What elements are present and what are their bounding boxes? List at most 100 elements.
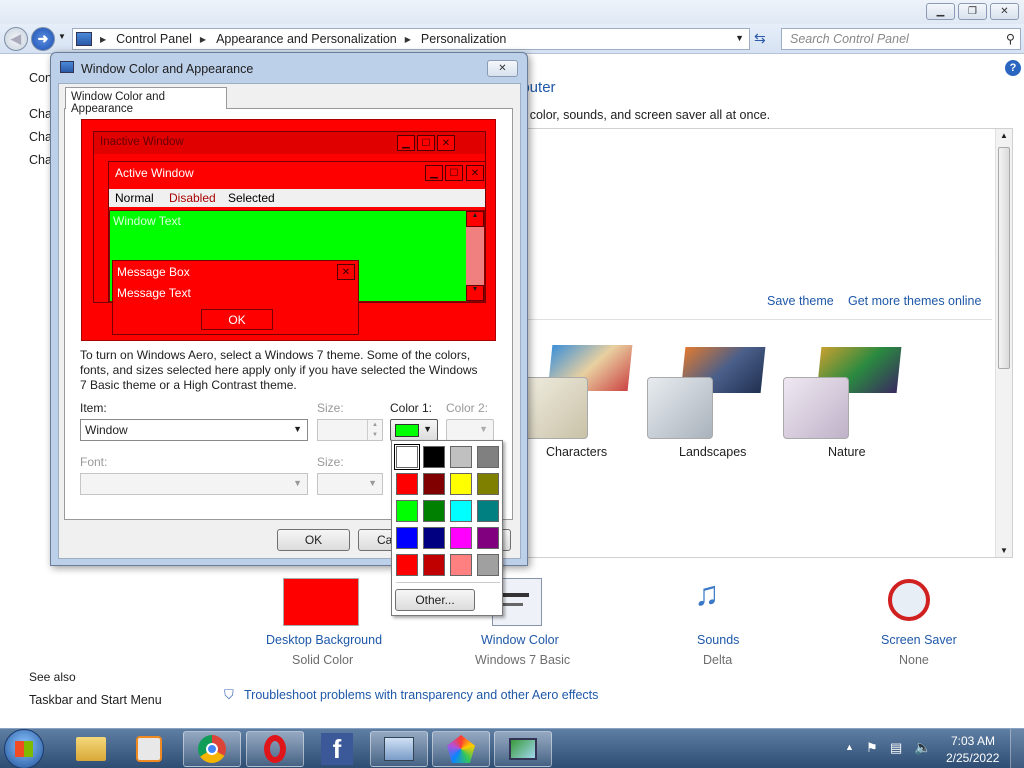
show-desktop-button[interactable] [1010, 729, 1024, 768]
other-color-button[interactable]: Other... [395, 589, 475, 611]
desktop-background-link[interactable]: Desktop Background [266, 633, 382, 647]
taskbar-control-panel-icon[interactable] [370, 731, 428, 767]
network-icon[interactable]: ▤ [890, 740, 902, 756]
taskbar-explorer-icon[interactable] [62, 731, 120, 767]
theme-label-characters[interactable]: Characters [546, 445, 607, 459]
taskbar-personalization-icon[interactable] [494, 731, 552, 767]
color-swatch[interactable] [396, 500, 418, 522]
left-nav-link-2[interactable]: Cha [29, 130, 52, 144]
search-input[interactable]: Search Control Panel ⚲ [781, 28, 1021, 50]
save-theme-link[interactable]: Save theme [767, 294, 834, 308]
theme-label-nature[interactable]: Nature [828, 445, 866, 459]
color-swatch[interactable] [423, 500, 445, 522]
sounds-icon[interactable]: ♫ [694, 575, 720, 614]
back-button[interactable]: ◀ [4, 27, 28, 51]
theme-landscapes[interactable] [647, 343, 767, 439]
theme-label-landscapes[interactable]: Landscapes [679, 445, 746, 459]
color-swatch[interactable] [450, 500, 472, 522]
breadcrumb-personalization[interactable]: Personalization [421, 32, 506, 46]
tab-window-color[interactable]: Window Color and Appearance [65, 87, 227, 115]
chevron-down-icon: ▼ [479, 424, 488, 434]
color-swatch[interactable] [396, 527, 418, 549]
left-nav-link-1[interactable]: Cha [29, 107, 52, 121]
color-swatch[interactable] [477, 527, 499, 549]
preview-menu-disabled: Disabled [169, 191, 216, 205]
window-color-value: Windows 7 Basic [475, 653, 571, 667]
scroll-up-icon[interactable]: ▲ [1000, 131, 1008, 140]
color-swatch[interactable] [394, 444, 420, 470]
dialog-close-button[interactable]: ✕ [487, 60, 518, 77]
title-bar: ▁ ❐ ✕ [0, 0, 1024, 24]
scroll-down-icon[interactable]: ▼ [1000, 546, 1008, 555]
taskbar-chrome-icon[interactable] [183, 731, 241, 767]
sounds-value: Delta [703, 653, 733, 667]
color-swatch[interactable] [423, 554, 445, 576]
color1-swatch [395, 424, 419, 437]
clock-date[interactable]: 2/25/2022 [946, 751, 999, 765]
picker-separator [396, 582, 500, 583]
sounds-link[interactable]: Sounds [697, 633, 739, 647]
color-swatch[interactable] [396, 473, 418, 495]
preview-menu-selected: Selected [228, 191, 275, 205]
address-bar[interactable]: ▶ Control Panel ▶ Appearance and Persona… [72, 28, 750, 50]
theme-nature[interactable] [783, 343, 903, 439]
clock-time[interactable]: 7:03 AM [951, 734, 995, 748]
color-swatch[interactable] [450, 554, 472, 576]
color2-button: ▼ [446, 419, 494, 441]
theme-characters[interactable] [522, 343, 633, 439]
ok-button[interactable]: OK [277, 529, 350, 551]
chrome-icon [198, 735, 226, 763]
action-center-icon[interactable]: ⚑ [866, 740, 878, 756]
troubleshoot-link[interactable]: Troubleshoot problems with transparency … [244, 688, 598, 702]
taskbar-opera-icon[interactable] [246, 731, 304, 767]
forward-button[interactable]: ➜ [31, 27, 55, 51]
search-icon[interactable]: ⚲ [1006, 31, 1015, 46]
color-swatch[interactable] [477, 554, 499, 576]
size-stepper: ▲ ▼ [317, 419, 383, 441]
screen-saver-link[interactable]: Screen Saver [881, 633, 957, 647]
color-swatch[interactable] [450, 446, 472, 468]
color-swatch[interactable] [423, 446, 445, 468]
taskbar-start-menu-link[interactable]: Taskbar and Start Menu [29, 693, 162, 707]
show-hidden-icons-icon[interactable]: ▲ [845, 742, 854, 752]
color-swatch[interactable] [477, 473, 499, 495]
restore-button[interactable]: ❐ [958, 3, 987, 20]
breadcrumb-control-panel[interactable]: Control Panel [116, 32, 192, 46]
taskbar-facebook-icon[interactable]: f [308, 731, 366, 767]
left-nav-link-3[interactable]: Cha [29, 153, 52, 167]
font-size-label: Size: [317, 455, 344, 469]
help-icon[interactable]: ? [1005, 60, 1021, 76]
taskbar-app-icon[interactable] [432, 731, 490, 767]
window-color-link[interactable]: Window Color [481, 633, 559, 647]
taskbar-media-player-icon[interactable] [120, 731, 178, 767]
color-swatch[interactable] [477, 446, 499, 468]
item-select[interactable]: Window ▼ [80, 419, 308, 441]
color-swatch[interactable] [450, 473, 472, 495]
desktop-background-swatch[interactable] [283, 578, 359, 626]
color1-button[interactable]: ▼ [390, 419, 438, 441]
address-dropdown-icon[interactable]: ▼ [735, 33, 744, 43]
close-button[interactable]: ✕ [990, 3, 1019, 20]
recent-pages-icon[interactable]: ▼ [58, 32, 66, 41]
color-swatch[interactable] [423, 527, 445, 549]
start-button[interactable] [4, 729, 44, 768]
refresh-icon[interactable]: ⇆ [754, 30, 766, 47]
screen-saver-icon[interactable] [888, 579, 930, 621]
get-more-themes-link[interactable]: Get more themes online [848, 294, 981, 308]
taskbar: f ▲ ⚑ ▤ 🔈 7:03 AM 2/25/2022 [0, 728, 1024, 768]
color-swatch[interactable] [477, 500, 499, 522]
control-panel-home-link[interactable]: Con [29, 71, 52, 85]
color-swatch[interactable] [423, 473, 445, 495]
size-label: Size: [317, 401, 344, 415]
theme-list-scrollbar[interactable]: ▲ ▼ [995, 129, 1012, 557]
preview-menu-bar: Normal Disabled Selected [109, 189, 485, 207]
volume-icon[interactable]: 🔈 [914, 739, 931, 756]
color-swatch[interactable] [450, 527, 472, 549]
chevron-right-icon[interactable]: ▶ [405, 35, 411, 44]
breadcrumb-appearance[interactable]: Appearance and Personalization [216, 32, 397, 46]
minimize-button[interactable]: ▁ [926, 3, 955, 20]
chevron-right-icon[interactable]: ▶ [100, 35, 106, 44]
color-swatch[interactable] [396, 554, 418, 576]
scroll-thumb[interactable] [998, 147, 1010, 369]
chevron-right-icon[interactable]: ▶ [200, 35, 206, 44]
